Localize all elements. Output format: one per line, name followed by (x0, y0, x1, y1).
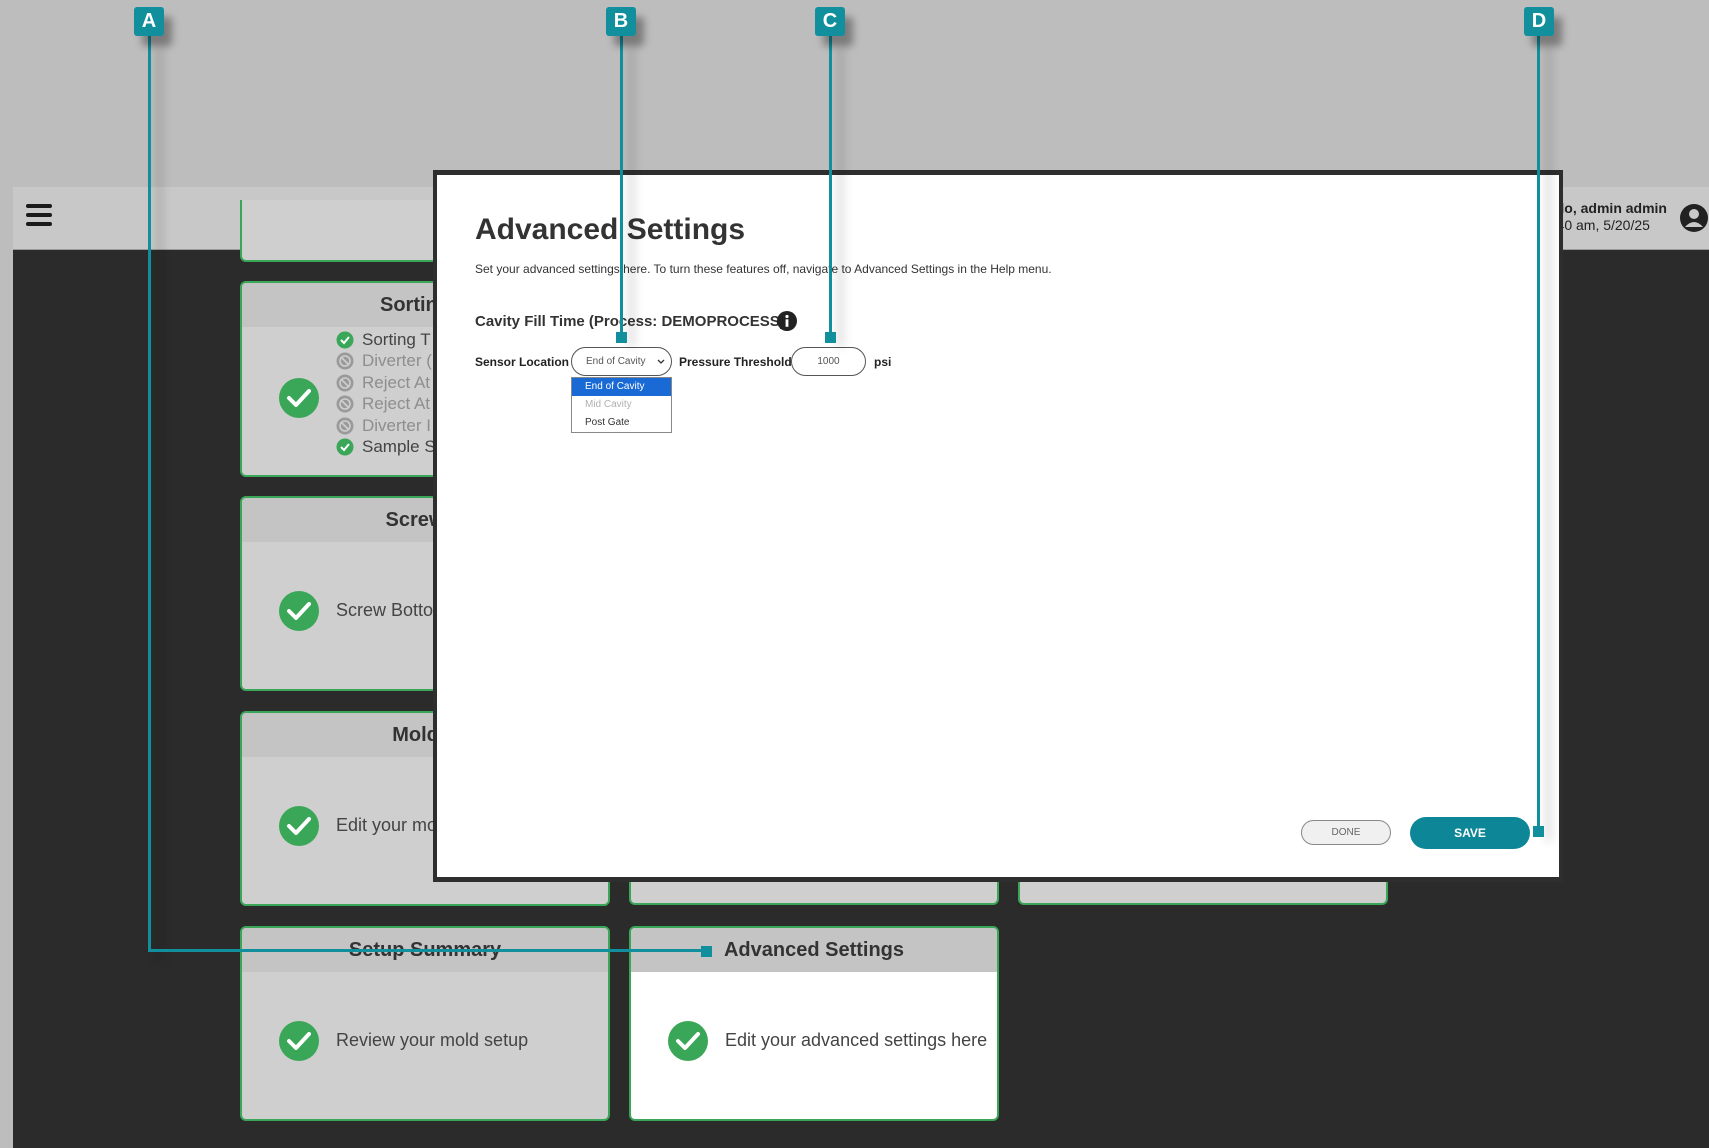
pressure-threshold-label: Pressure Threshold (679, 355, 792, 369)
card-text: Screw Botto (336, 600, 434, 620)
list-item-label: Sorting T (362, 329, 431, 349)
check-circle-icon (279, 1021, 319, 1061)
modal-description: Set your advanced settings here. To turn… (475, 262, 1052, 276)
menu-icon[interactable] (26, 204, 52, 228)
pressure-unit: psi (874, 355, 892, 369)
user-datetime: 40 am, 5/20/25 (1556, 217, 1650, 233)
callout-badge-c: C (815, 7, 845, 36)
callout-marker-d (1533, 826, 1544, 837)
callout-line-c (829, 35, 832, 337)
list-item: Diverter I (336, 415, 436, 437)
list-item-label: Diverter I (362, 415, 431, 435)
advanced-settings-modal: Advanced Settings Set your advanced sett… (437, 175, 1559, 877)
card-setup-summary[interactable]: Setup Summary Review your mold setup (240, 926, 610, 1121)
check-small-icon (336, 438, 354, 456)
list-item-label: Reject At (362, 372, 431, 392)
callout-marker-a (701, 946, 712, 957)
dropdown-option[interactable]: End of Cavity (572, 378, 671, 396)
chevron-down-icon (657, 359, 665, 364)
save-button[interactable]: SAVE (1410, 817, 1530, 849)
callout-line-b (620, 35, 623, 337)
card-text: Edit your mo (336, 815, 438, 835)
disabled-icon (336, 395, 354, 413)
disabled-icon (336, 352, 354, 370)
disabled-icon (336, 374, 354, 392)
disabled-icon (336, 417, 354, 435)
callout-badge-d: D (1524, 7, 1554, 36)
done-button[interactable]: DONE (1301, 820, 1391, 845)
check-circle-icon (279, 806, 319, 846)
callout-marker-b (616, 332, 627, 343)
check-circle-icon (668, 1021, 708, 1061)
check-small-icon (336, 331, 354, 349)
section-title: Cavity Fill Time (Process: DEMOPROCESS) (475, 313, 785, 330)
list-item-label: Sample S (362, 437, 436, 457)
callout-line-a-horizontal (148, 949, 707, 952)
callout-marker-c (825, 332, 836, 343)
dropdown-option[interactable]: Post Gate (572, 414, 671, 432)
list-item-label: Reject At (362, 394, 431, 414)
card-advanced-settings[interactable]: Advanced Settings Edit your advanced set… (629, 926, 999, 1121)
list-item-label: Diverter ( (362, 351, 432, 371)
user-info: llo, admin admin 40 am, 5/20/25 (1557, 200, 1667, 234)
sensor-location-select[interactable]: End of Cavity (571, 347, 672, 376)
dropdown-option: Mid Cavity (585, 399, 632, 410)
callout-line-a (148, 35, 151, 952)
pressure-threshold-input[interactable]: 1000 (791, 347, 866, 376)
sorting-item-list: Sorting T Diverter ( Reject At Reject At… (336, 329, 436, 458)
list-item: Diverter ( (336, 351, 436, 373)
card-text: Review your mold setup (336, 1030, 529, 1050)
info-icon[interactable] (777, 311, 797, 331)
list-item: Reject At (336, 372, 436, 394)
list-item: Sample S (336, 437, 436, 459)
sensor-location-label: Sensor Location (475, 355, 570, 369)
list-item: Sorting T (336, 329, 436, 351)
check-circle-icon (279, 378, 319, 418)
card-text: Edit your advanced settings here (725, 1030, 988, 1050)
callout-badge-a: A (134, 7, 164, 36)
user-avatar-icon[interactable] (1679, 203, 1709, 233)
list-item: Reject At (336, 394, 436, 416)
sensor-location-dropdown: End of Cavity Mid Cavity Post Gate (571, 377, 672, 433)
user-greeting: llo, admin admin (1556, 200, 1667, 216)
modal-title: Advanced Settings (475, 213, 746, 246)
callout-line-d (1537, 35, 1540, 831)
sensor-location-value: End of Cavity (586, 356, 646, 367)
check-circle-icon (279, 591, 319, 631)
callout-badge-b: B (606, 7, 636, 36)
